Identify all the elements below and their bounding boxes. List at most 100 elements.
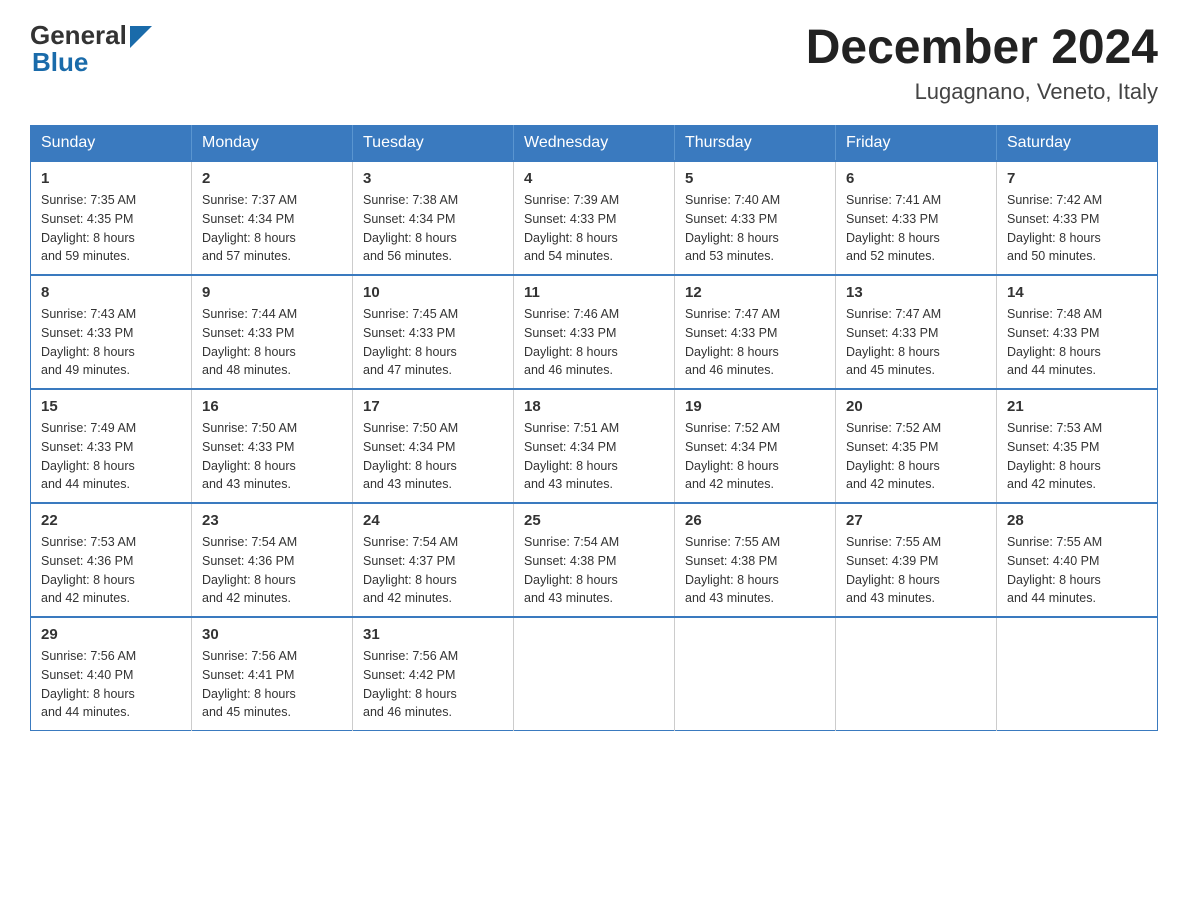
- day-number: 14: [1007, 284, 1147, 301]
- calendar-day-cell: 9 Sunrise: 7:44 AMSunset: 4:33 PMDayligh…: [192, 275, 353, 389]
- calendar-day-cell: 19 Sunrise: 7:52 AMSunset: 4:34 PMDaylig…: [675, 389, 836, 503]
- day-info: Sunrise: 7:49 AMSunset: 4:33 PMDaylight:…: [41, 421, 136, 491]
- calendar-day-cell: 26 Sunrise: 7:55 AMSunset: 4:38 PMDaylig…: [675, 503, 836, 617]
- calendar-day-cell: [675, 617, 836, 731]
- day-info: Sunrise: 7:53 AMSunset: 4:36 PMDaylight:…: [41, 535, 136, 605]
- day-info: Sunrise: 7:56 AMSunset: 4:42 PMDaylight:…: [363, 649, 458, 719]
- month-title: December 2024: [806, 20, 1158, 75]
- day-number: 2: [202, 170, 342, 187]
- day-number: 20: [846, 398, 986, 415]
- calendar-day-cell: 2 Sunrise: 7:37 AMSunset: 4:34 PMDayligh…: [192, 161, 353, 275]
- calendar-day-cell: 17 Sunrise: 7:50 AMSunset: 4:34 PMDaylig…: [353, 389, 514, 503]
- day-info: Sunrise: 7:35 AMSunset: 4:35 PMDaylight:…: [41, 193, 136, 263]
- day-info: Sunrise: 7:45 AMSunset: 4:33 PMDaylight:…: [363, 307, 458, 377]
- col-saturday: Saturday: [997, 126, 1158, 162]
- col-wednesday: Wednesday: [514, 126, 675, 162]
- day-info: Sunrise: 7:50 AMSunset: 4:33 PMDaylight:…: [202, 421, 297, 491]
- day-number: 30: [202, 626, 342, 643]
- day-info: Sunrise: 7:52 AMSunset: 4:34 PMDaylight:…: [685, 421, 780, 491]
- location-title: Lugagnano, Veneto, Italy: [806, 79, 1158, 105]
- calendar-day-cell: 7 Sunrise: 7:42 AMSunset: 4:33 PMDayligh…: [997, 161, 1158, 275]
- logo-triangle-icon: [130, 26, 152, 48]
- title-section: December 2024 Lugagnano, Veneto, Italy: [806, 20, 1158, 105]
- calendar-week-row: 29 Sunrise: 7:56 AMSunset: 4:40 PMDaylig…: [31, 617, 1158, 731]
- day-info: Sunrise: 7:43 AMSunset: 4:33 PMDaylight:…: [41, 307, 136, 377]
- day-info: Sunrise: 7:55 AMSunset: 4:40 PMDaylight:…: [1007, 535, 1102, 605]
- day-number: 10: [363, 284, 503, 301]
- calendar-day-cell: 27 Sunrise: 7:55 AMSunset: 4:39 PMDaylig…: [836, 503, 997, 617]
- day-number: 31: [363, 626, 503, 643]
- calendar-week-row: 8 Sunrise: 7:43 AMSunset: 4:33 PMDayligh…: [31, 275, 1158, 389]
- day-number: 25: [524, 512, 664, 529]
- day-info: Sunrise: 7:48 AMSunset: 4:33 PMDaylight:…: [1007, 307, 1102, 377]
- day-number: 24: [363, 512, 503, 529]
- day-info: Sunrise: 7:42 AMSunset: 4:33 PMDaylight:…: [1007, 193, 1102, 263]
- day-number: 19: [685, 398, 825, 415]
- day-number: 27: [846, 512, 986, 529]
- calendar-day-cell: 31 Sunrise: 7:56 AMSunset: 4:42 PMDaylig…: [353, 617, 514, 731]
- day-number: 22: [41, 512, 181, 529]
- calendar-day-cell: [997, 617, 1158, 731]
- day-number: 21: [1007, 398, 1147, 415]
- calendar-day-cell: 25 Sunrise: 7:54 AMSunset: 4:38 PMDaylig…: [514, 503, 675, 617]
- calendar-day-cell: 11 Sunrise: 7:46 AMSunset: 4:33 PMDaylig…: [514, 275, 675, 389]
- day-number: 7: [1007, 170, 1147, 187]
- day-number: 11: [524, 284, 664, 301]
- day-number: 12: [685, 284, 825, 301]
- calendar-day-cell: 29 Sunrise: 7:56 AMSunset: 4:40 PMDaylig…: [31, 617, 192, 731]
- calendar-day-cell: 5 Sunrise: 7:40 AMSunset: 4:33 PMDayligh…: [675, 161, 836, 275]
- col-friday: Friday: [836, 126, 997, 162]
- day-number: 28: [1007, 512, 1147, 529]
- day-info: Sunrise: 7:46 AMSunset: 4:33 PMDaylight:…: [524, 307, 619, 377]
- day-info: Sunrise: 7:52 AMSunset: 4:35 PMDaylight:…: [846, 421, 941, 491]
- col-tuesday: Tuesday: [353, 126, 514, 162]
- day-number: 6: [846, 170, 986, 187]
- day-info: Sunrise: 7:54 AMSunset: 4:37 PMDaylight:…: [363, 535, 458, 605]
- logo-blue-text: Blue: [30, 47, 152, 78]
- day-info: Sunrise: 7:54 AMSunset: 4:38 PMDaylight:…: [524, 535, 619, 605]
- col-sunday: Sunday: [31, 126, 192, 162]
- day-number: 26: [685, 512, 825, 529]
- calendar-day-cell: 1 Sunrise: 7:35 AMSunset: 4:35 PMDayligh…: [31, 161, 192, 275]
- calendar-day-cell: 12 Sunrise: 7:47 AMSunset: 4:33 PMDaylig…: [675, 275, 836, 389]
- day-number: 23: [202, 512, 342, 529]
- calendar-day-cell: 14 Sunrise: 7:48 AMSunset: 4:33 PMDaylig…: [997, 275, 1158, 389]
- calendar-day-cell: 6 Sunrise: 7:41 AMSunset: 4:33 PMDayligh…: [836, 161, 997, 275]
- calendar-day-cell: [836, 617, 997, 731]
- day-info: Sunrise: 7:55 AMSunset: 4:38 PMDaylight:…: [685, 535, 780, 605]
- day-info: Sunrise: 7:37 AMSunset: 4:34 PMDaylight:…: [202, 193, 297, 263]
- calendar-table: Sunday Monday Tuesday Wednesday Thursday…: [30, 125, 1158, 731]
- day-number: 15: [41, 398, 181, 415]
- calendar-day-cell: 10 Sunrise: 7:45 AMSunset: 4:33 PMDaylig…: [353, 275, 514, 389]
- logo: General Blue: [30, 20, 152, 78]
- calendar-week-row: 1 Sunrise: 7:35 AMSunset: 4:35 PMDayligh…: [31, 161, 1158, 275]
- calendar-day-cell: 23 Sunrise: 7:54 AMSunset: 4:36 PMDaylig…: [192, 503, 353, 617]
- calendar-day-cell: 24 Sunrise: 7:54 AMSunset: 4:37 PMDaylig…: [353, 503, 514, 617]
- day-info: Sunrise: 7:47 AMSunset: 4:33 PMDaylight:…: [846, 307, 941, 377]
- day-number: 8: [41, 284, 181, 301]
- day-info: Sunrise: 7:38 AMSunset: 4:34 PMDaylight:…: [363, 193, 458, 263]
- calendar-day-cell: 18 Sunrise: 7:51 AMSunset: 4:34 PMDaylig…: [514, 389, 675, 503]
- page-header: General Blue December 2024 Lugagnano, Ve…: [30, 20, 1158, 105]
- day-info: Sunrise: 7:47 AMSunset: 4:33 PMDaylight:…: [685, 307, 780, 377]
- day-info: Sunrise: 7:55 AMSunset: 4:39 PMDaylight:…: [846, 535, 941, 605]
- calendar-day-cell: 15 Sunrise: 7:49 AMSunset: 4:33 PMDaylig…: [31, 389, 192, 503]
- day-info: Sunrise: 7:56 AMSunset: 4:41 PMDaylight:…: [202, 649, 297, 719]
- day-number: 4: [524, 170, 664, 187]
- calendar-day-cell: 28 Sunrise: 7:55 AMSunset: 4:40 PMDaylig…: [997, 503, 1158, 617]
- calendar-day-cell: 20 Sunrise: 7:52 AMSunset: 4:35 PMDaylig…: [836, 389, 997, 503]
- day-info: Sunrise: 7:53 AMSunset: 4:35 PMDaylight:…: [1007, 421, 1102, 491]
- calendar-day-cell: [514, 617, 675, 731]
- day-info: Sunrise: 7:54 AMSunset: 4:36 PMDaylight:…: [202, 535, 297, 605]
- day-number: 17: [363, 398, 503, 415]
- calendar-week-row: 22 Sunrise: 7:53 AMSunset: 4:36 PMDaylig…: [31, 503, 1158, 617]
- day-info: Sunrise: 7:40 AMSunset: 4:33 PMDaylight:…: [685, 193, 780, 263]
- day-number: 5: [685, 170, 825, 187]
- calendar-day-cell: 3 Sunrise: 7:38 AMSunset: 4:34 PMDayligh…: [353, 161, 514, 275]
- calendar-day-cell: 13 Sunrise: 7:47 AMSunset: 4:33 PMDaylig…: [836, 275, 997, 389]
- day-number: 13: [846, 284, 986, 301]
- calendar-week-row: 15 Sunrise: 7:49 AMSunset: 4:33 PMDaylig…: [31, 389, 1158, 503]
- day-number: 16: [202, 398, 342, 415]
- day-number: 3: [363, 170, 503, 187]
- day-info: Sunrise: 7:51 AMSunset: 4:34 PMDaylight:…: [524, 421, 619, 491]
